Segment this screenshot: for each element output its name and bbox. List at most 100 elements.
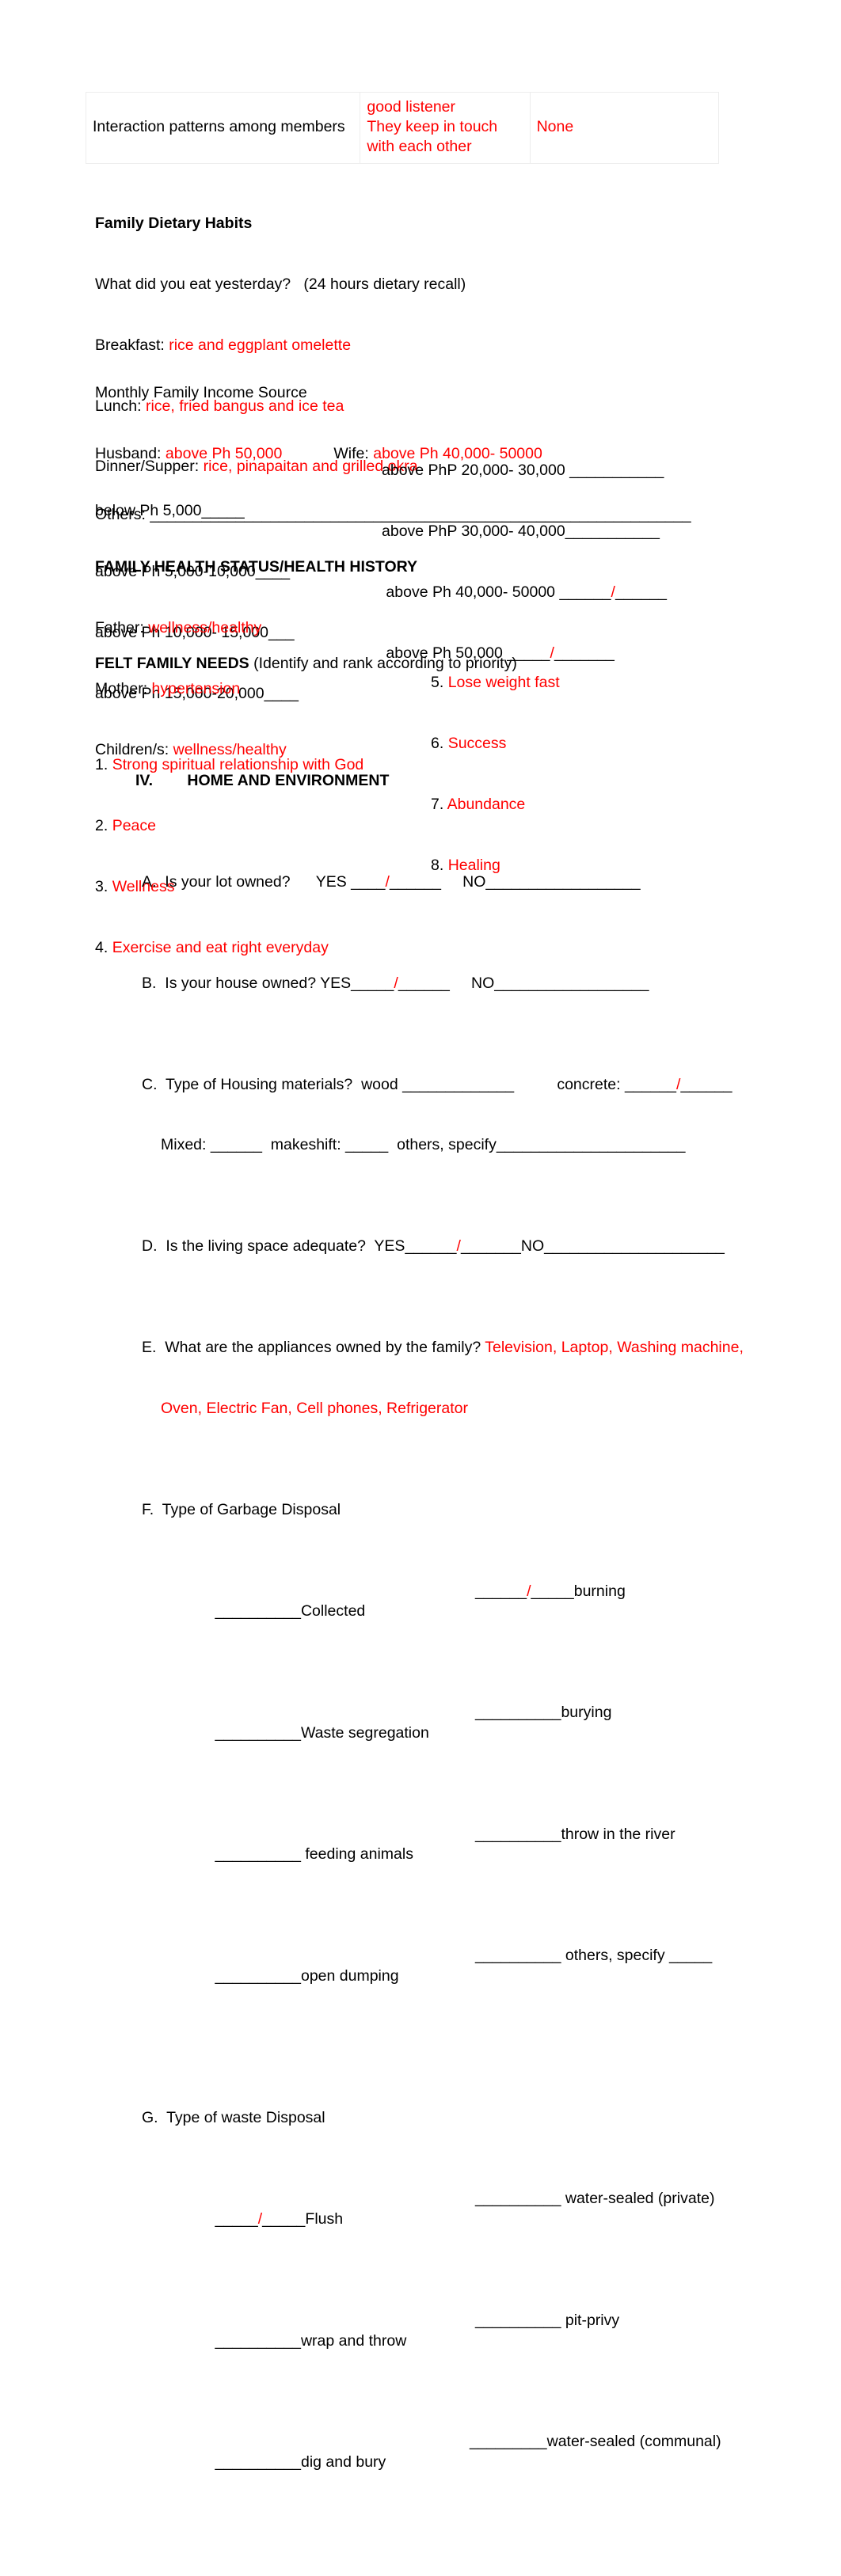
item-letter-e: E. <box>142 1339 157 1357</box>
f-right-option[interactable]: __________ others, specify _____ <box>475 1946 712 1966</box>
bracket-blank-before: ___________ <box>569 462 664 480</box>
g-right-option[interactable]: __________ pit-privy <box>475 2311 619 2331</box>
garbage-option-row: __________ feeding animals __________thr… <box>113 1825 777 1905</box>
g-right-option[interactable]: __________ water-sealed (private) <box>475 2189 714 2209</box>
income-bracket-option[interactable]: above Ph 40,000- 50000 ______/______ <box>382 583 667 603</box>
question-c-housing-materials[interactable]: C. Type of Housing materials? wood _____… <box>113 1075 777 1096</box>
g-right-label: water-sealed (private) <box>561 2190 715 2208</box>
question-g-title: Type of waste Disposal <box>166 2108 325 2126</box>
f-right-blank-before: __________ <box>475 1947 561 1965</box>
income-bracket-option[interactable]: above PhP 20,000- 30,000 ___________ <box>382 461 667 481</box>
garbage-option-row: __________Waste segregation __________bu… <box>113 1703 777 1784</box>
need-number: 2. <box>95 816 108 834</box>
bracket-label: above PhP 20,000- 30,000 <box>382 462 570 480</box>
d-blank-before: ______ <box>405 1237 457 1256</box>
waste-option-row: __________dig and bury _________water-se… <box>113 2432 777 2513</box>
d-no-label: NO <box>520 1237 545 1256</box>
list-item: 5. Lose weight fast <box>431 673 560 693</box>
garbage-option-row: __________open dumping __________ others… <box>113 1946 777 2027</box>
question-d-living-space[interactable]: D. Is the living space adequate? YES____… <box>113 1237 777 1257</box>
g-left-blank-before[interactable]: __________ <box>215 2332 301 2350</box>
table-row: Interaction patterns among members good … <box>85 92 720 164</box>
dietary-heading: Family Dietary Habits <box>95 215 253 233</box>
dietary-question: What did you eat yesterday? (24 hours di… <box>95 275 466 293</box>
waste-others-spacer <box>113 2574 777 2576</box>
item-letter-d: D. <box>142 1237 158 1256</box>
need-value: Lose weight fast <box>447 674 560 692</box>
g-right-label: pit-privy <box>561 2311 620 2329</box>
g-left-blank-before[interactable]: __________ <box>215 2453 301 2471</box>
g-right-option[interactable]: _________water-sealed (communal) <box>470 2432 721 2453</box>
item-letter-f: F. <box>142 1501 154 1519</box>
health-heading: FAMILY HEALTH STATUS/HEALTH HISTORY <box>95 558 417 576</box>
waste-option-row: _____/_____Flush __________ water-sealed… <box>113 2189 777 2270</box>
g-left-blank-before[interactable]: _____ <box>215 2210 258 2228</box>
question-f-garbage-disposal: F. Type of Garbage Disposal <box>113 1500 777 1521</box>
g-left-label: dig and bury <box>300 2453 386 2472</box>
section-heading: IV. HOME AND ENVIRONMENT <box>113 771 777 792</box>
income-heading: Monthly Family Income Source <box>95 384 307 402</box>
f-right-option[interactable]: __________burying <box>475 1703 611 1723</box>
interaction-third-value: None <box>536 118 574 135</box>
section-numeral: IV. <box>135 771 154 789</box>
f-left-label: Waste segregation <box>300 1723 429 1742</box>
answer-line-3: with each other <box>367 138 472 155</box>
f-left-blank-before[interactable]: __________ <box>215 1724 301 1742</box>
bracket-blank-after: _______ <box>554 644 615 662</box>
document-page: Interaction patterns among members good … <box>0 0 841 2471</box>
f-left-label: feeding animals <box>300 1845 413 1864</box>
f-left-blank-before[interactable]: __________ <box>215 1845 301 1863</box>
question-a-text: Is your lot owned? YES <box>165 872 352 891</box>
b-no-blank: __________________ <box>494 974 649 992</box>
f-right-blank-after: _____ <box>531 1582 574 1600</box>
g-left-blank-after: _____ <box>262 2209 306 2228</box>
b-no-label: NO <box>449 974 495 992</box>
f-right-option[interactable]: __________throw in the river <box>475 1825 675 1845</box>
income-bracket-option[interactable]: above PhP 30,000- 40,000___________ <box>382 522 667 542</box>
answer-line-2: They keep in touch <box>367 118 498 135</box>
g-right-blank-before: _________ <box>470 2433 547 2451</box>
item-letter-c: C. <box>142 1075 158 1093</box>
garbage-option-row: __________Collected ______/_____burning <box>113 1582 777 1662</box>
a-yes-blank-after: ______ <box>389 872 442 891</box>
interaction-label-cell: Interaction patterns among members <box>85 92 361 164</box>
a-yes-blank-before: ____ <box>351 872 386 891</box>
interaction-label: Interaction patterns among members <box>93 118 345 135</box>
item-letter-g: G. <box>142 2108 158 2126</box>
a-no-label: NO <box>441 872 486 891</box>
question-b-house-owned[interactable]: B. Is your house owned? YES_____/______ … <box>113 974 777 994</box>
question-c-line2[interactable]: Mixed: ______ makeshift: _____ others, s… <box>113 1135 777 1156</box>
g-left-label: wrap and throw <box>300 2331 407 2350</box>
question-a-lot-owned[interactable]: A. Is your lot owned? YES ____/______ NO… <box>113 872 777 893</box>
item-letter-a: A. <box>142 872 157 891</box>
bracket-blank-before: ______ <box>559 583 611 601</box>
question-e-line2: Oven, Electric Fan, Cell phones, Refrige… <box>113 1399 777 1419</box>
c-concrete-blank-after: ______ <box>680 1075 733 1093</box>
g-right-label: water-sealed (communal) <box>546 2433 721 2451</box>
c-wood-blank: _____________ <box>402 1075 515 1093</box>
f-left-label: open dumping <box>300 1966 399 1985</box>
question-c-text: Type of Housing materials? wood <box>165 1075 403 1093</box>
c-concrete-label: concrete: <box>514 1075 625 1093</box>
f-right-blank-before: __________ <box>475 1704 561 1722</box>
g-right-blank-before: __________ <box>475 2311 561 2329</box>
f-left-blank-before[interactable]: __________ <box>215 1967 301 1985</box>
wife-label: Wife: <box>333 444 374 462</box>
need-number: 1. <box>95 756 108 774</box>
f-left-blank-before[interactable]: __________ <box>215 1602 301 1620</box>
interaction-patterns-table: Interaction patterns among members good … <box>85 92 720 164</box>
home-and-environment-section: IV. HOME AND ENVIRONMENT A. Is your lot … <box>113 710 777 2576</box>
f-right-option[interactable]: ______/_____burning <box>475 1582 626 1602</box>
f-right-blank-before: ______ <box>475 1582 527 1600</box>
f-right-label: burying <box>561 1704 612 1722</box>
g-left-label: Flush <box>305 2209 344 2228</box>
question-e-appliances[interactable]: E. What are the appliances owned by the … <box>113 1338 777 1358</box>
c-mixed-makeshift-others: Mixed: ______ makeshift: _____ others, s… <box>161 1136 686 1154</box>
answer-line-1: good listener <box>367 98 456 116</box>
